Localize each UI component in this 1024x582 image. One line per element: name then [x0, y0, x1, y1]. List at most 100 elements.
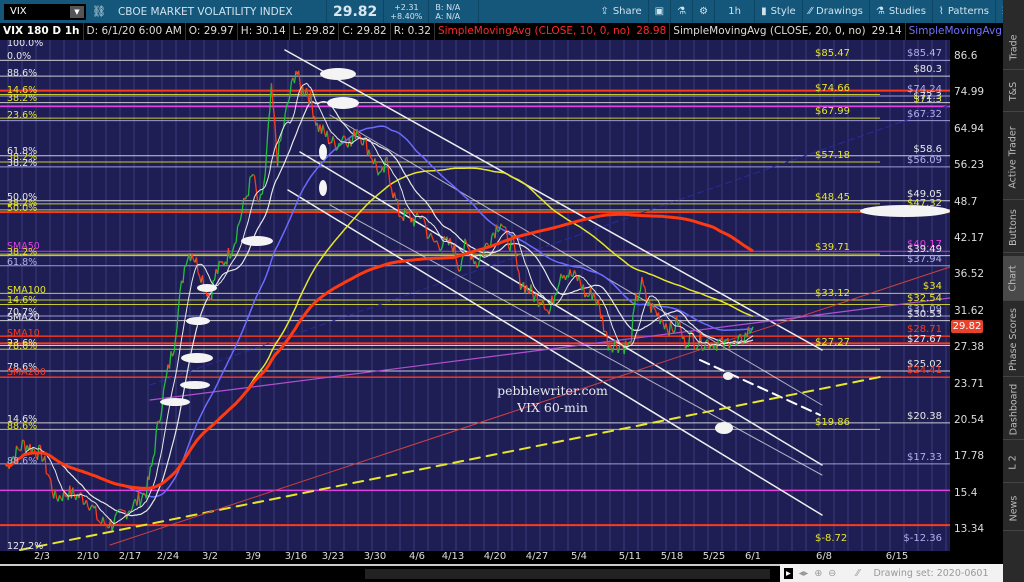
price-bar	[436, 240, 439, 246]
sidebar-tab-label: T&S	[1008, 81, 1019, 102]
fib-label: 14.6%	[7, 295, 38, 306]
sma10-line	[5, 82, 754, 525]
price-axis[interactable]: 86.6 74.99 64.94 56.23 48.7 42.17 36.52 31.62 27…	[950, 40, 1003, 551]
price-bar	[264, 147, 268, 174]
sma50-label[interactable]: SimpleMovingAvg (CLOSE, 50, 0,...	[906, 23, 1003, 40]
link-icon[interactable]: ⛓	[86, 0, 112, 23]
alert-icon: ▣	[654, 6, 665, 17]
price-bar	[278, 140, 282, 143]
price-bar	[126, 512, 129, 520]
date-tick: 6/15	[885, 551, 909, 562]
last-price-badge: 29.82	[951, 319, 983, 333]
level-label: $-8.72	[815, 533, 848, 544]
price-bar	[326, 130, 330, 145]
price-tick: 86.6	[954, 50, 978, 62]
marker	[241, 236, 273, 246]
price-bar	[122, 509, 124, 512]
horizontal-scrollbar[interactable]	[0, 564, 780, 582]
bid-ask: B: N/A A: N/A	[429, 0, 480, 23]
crosshair-icon[interactable]: ⊕	[814, 568, 822, 579]
price-bar	[356, 128, 360, 136]
scrollbar-thumb[interactable]	[365, 569, 770, 579]
timeframe-button[interactable]: 1h	[715, 0, 756, 23]
price-bar	[459, 259, 463, 270]
price-bar	[161, 390, 165, 409]
price-bar	[182, 267, 186, 284]
settings-button[interactable]: ⚙	[693, 0, 716, 23]
sidebar-tab-phase-scores[interactable]: Phase Scores	[1003, 302, 1024, 377]
share-button[interactable]: ⇪ Share	[594, 0, 649, 23]
alert-button[interactable]: ▣	[649, 0, 672, 23]
price-bar	[111, 526, 115, 531]
drawings-button[interactable]: ⁄⁄ Drawings	[803, 0, 870, 23]
price-bar	[548, 308, 552, 315]
price-bar	[293, 70, 297, 84]
price-bar	[344, 136, 348, 146]
drawing-set-label[interactable]: Drawing set: 2020-0601	[873, 568, 988, 579]
price-bar	[148, 466, 152, 480]
price-bar	[675, 315, 679, 326]
level-label: $17.33	[907, 451, 942, 463]
drawing-tool-icon[interactable]: ⁄⁄	[856, 568, 859, 579]
sidebar-tab-dashboard[interactable]: Dashboard	[1003, 380, 1024, 440]
symbol-selector[interactable]: VIX ▼	[4, 3, 86, 20]
bid: B: N/A	[435, 2, 461, 12]
price-bar	[253, 175, 257, 189]
bar-open: O: 29.97	[186, 23, 238, 40]
fib-label: 61.8%	[7, 257, 38, 268]
fib-label: 23.6%	[7, 110, 38, 121]
pan-icon[interactable]: ◂▸	[799, 568, 809, 579]
zoom-icon[interactable]: ⊖	[828, 568, 836, 579]
fib-label: 0.0%	[7, 51, 32, 62]
timeframe-label: 1h	[728, 6, 741, 17]
price-tick: 74.99	[954, 86, 985, 99]
sidebar-tab-news[interactable]: News	[1003, 486, 1024, 531]
sidebar-tab-l-2[interactable]: L 2	[1003, 443, 1024, 483]
price-bar	[660, 318, 664, 323]
play-icon[interactable]: ▸	[784, 567, 793, 579]
fib-label: SMA200	[7, 367, 46, 378]
price-bar	[651, 302, 655, 309]
fib-label: 38.2%	[7, 93, 38, 104]
price-tick: 27.38	[954, 341, 985, 354]
price-bar	[424, 224, 428, 239]
date-tick: 3/23	[321, 551, 345, 562]
price-bar	[728, 343, 732, 349]
sidebar-tab-t-s[interactable]: T&S	[1003, 72, 1024, 112]
sma20-label[interactable]: SimpleMovingAvg (CLOSE, 20, 0, no)	[670, 23, 868, 40]
date-axis[interactable]: 2/3 2/10 2/17 2/24 3/2 3/9 3/16 3/23 3/30 4/6 4/13…	[0, 551, 1003, 564]
price-bar	[440, 245, 444, 250]
sidebar-tab-buttons[interactable]: Buttons	[1003, 203, 1024, 253]
sidebar-tab-label: News	[1008, 495, 1020, 521]
flask-button[interactable]: ⚗	[671, 0, 694, 23]
price-bar	[332, 136, 336, 143]
price-bar	[72, 487, 75, 496]
price-bar	[48, 476, 52, 480]
date-tick: 5/11	[618, 551, 642, 562]
sidebar-tab-trade[interactable]: Trade	[1003, 25, 1024, 70]
sma10-label[interactable]: SimpleMovingAvg (CLOSE, 10, 0, no)	[435, 23, 633, 40]
price-bar	[267, 109, 271, 124]
price-bar	[375, 166, 379, 176]
studies-button[interactable]: ⚗ Studies	[870, 0, 933, 23]
channel-lower	[329, 204, 823, 476]
share-icon: ⇪	[600, 6, 609, 17]
bar-high: H: 30.14	[238, 23, 290, 40]
price-bar	[217, 260, 220, 274]
price-chart[interactable]: $85.47 $85.47 $80.3 $74.66 $74.24 $72.3 $71.3 $…	[0, 40, 950, 551]
price-bar	[276, 141, 280, 167]
symbol-text: VIX	[10, 6, 27, 17]
patterns-button[interactable]: ⌇ Patterns	[933, 0, 996, 23]
price-bar	[341, 135, 345, 141]
price-bar	[237, 222, 240, 227]
style-button[interactable]: ▮ Style	[755, 0, 803, 23]
price-bar	[377, 171, 381, 176]
fib-label: 50.0%	[7, 203, 38, 214]
price-bar	[151, 457, 154, 467]
sidebar-tab-active-trader[interactable]: Active Trader	[1003, 115, 1024, 200]
chevron-down-icon[interactable]: ▼	[70, 5, 84, 18]
sidebar-tab-chart[interactable]: Chart	[1003, 256, 1024, 301]
marker	[197, 284, 217, 292]
price-tick: 42.17	[954, 231, 985, 244]
channel-bottom	[287, 189, 823, 516]
